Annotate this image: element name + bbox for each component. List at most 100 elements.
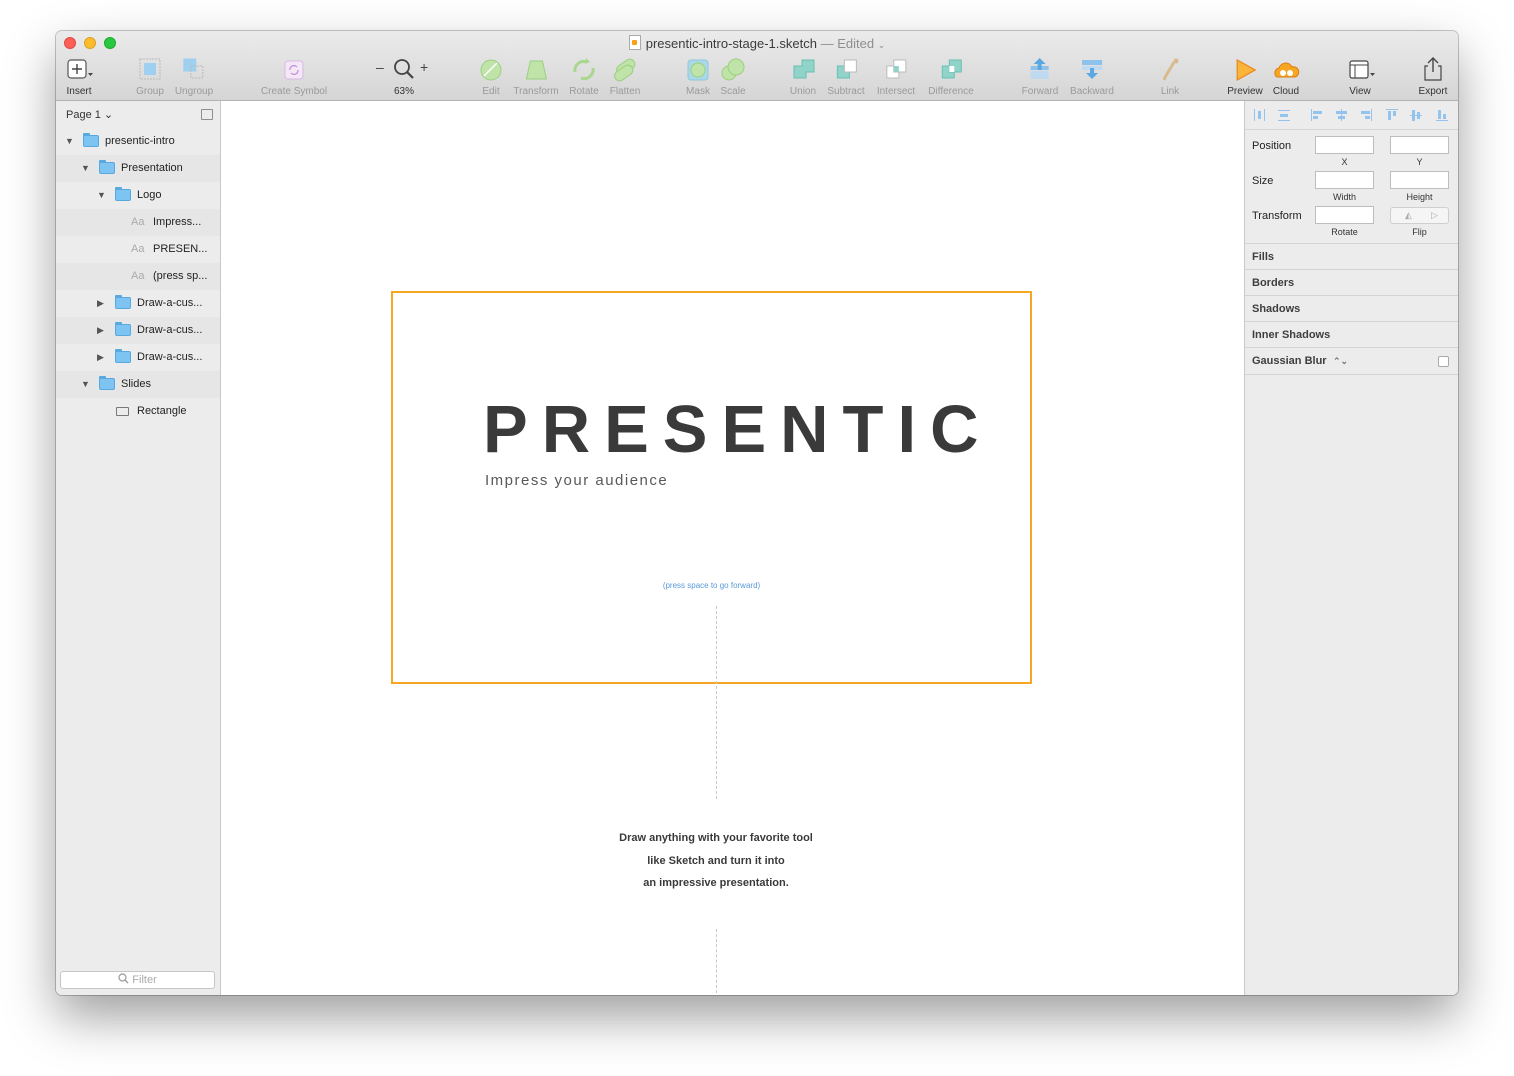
gaussian-blur-checkbox[interactable] — [1438, 356, 1449, 367]
layer-row[interactable]: ▶ Draw-a-cus... — [56, 317, 220, 344]
align-center-horizontal-icon[interactable] — [1335, 109, 1347, 121]
rotate-field[interactable] — [1315, 206, 1374, 224]
layer-row[interactable]: Aa (press sp... — [56, 263, 220, 290]
gaussian-blur-section[interactable]: Gaussian Blur ⌃⌄ — [1245, 347, 1458, 375]
canvas[interactable]: PRESENTIC Impress your audience (press s… — [221, 101, 1244, 995]
selected-artboard[interactable]: PRESENTIC Impress your audience (press s… — [391, 291, 1032, 684]
borders-section[interactable]: Borders — [1245, 269, 1458, 296]
disclosure-open-icon[interactable]: ▼ — [65, 128, 74, 155]
disclosure-closed-icon[interactable]: ▶ — [97, 290, 104, 317]
align-left-icon[interactable] — [1311, 109, 1323, 121]
mask-icon — [683, 56, 713, 84]
view-button[interactable]: View — [1345, 56, 1375, 97]
disclosure-open-icon[interactable]: ▼ — [81, 155, 90, 182]
cloud-button[interactable]: Cloud — [1271, 56, 1301, 97]
difference-button[interactable]: Difference — [928, 56, 974, 97]
folder-icon — [99, 160, 115, 174]
shadows-section[interactable]: Shadows — [1245, 295, 1458, 322]
subtract-icon — [831, 56, 861, 84]
cloud-icon — [1271, 56, 1301, 84]
edit-button[interactable]: Edit — [476, 56, 506, 97]
text-layer-icon: Aa — [131, 243, 145, 255]
send-backward-icon — [1077, 56, 1107, 84]
document-name: presentic-intro-stage-1.sketch — [645, 36, 817, 51]
flip-horizontal-icon[interactable]: ◭ — [1405, 210, 1412, 221]
transform-button[interactable]: Transform — [513, 56, 559, 97]
dashed-connector — [716, 606, 717, 799]
blur-type-stepper-icon[interactable]: ⌃⌄ — [1333, 348, 1348, 374]
group-button[interactable]: Group — [135, 56, 165, 97]
distribute-horizontal-icon[interactable] — [1254, 109, 1266, 121]
folder-icon — [115, 322, 131, 336]
flatten-button[interactable]: Flatten — [610, 56, 640, 97]
align-top-icon[interactable] — [1386, 109, 1398, 121]
layer-row[interactable]: ▼ Presentation — [56, 155, 220, 182]
transform-label: Transform — [1252, 210, 1302, 222]
backward-button[interactable]: Backward — [1070, 56, 1114, 97]
align-bottom-icon[interactable] — [1436, 109, 1448, 121]
rotate-button[interactable]: Rotate — [569, 56, 599, 97]
document-title[interactable]: presentic-intro-stage-1.sketch — Edited … — [56, 35, 1458, 51]
layer-row[interactable]: Rectangle — [56, 398, 220, 425]
inspector-panel: Position X Y Size Width Height Transform… — [1244, 101, 1458, 995]
press-space-hint[interactable]: (press space to go forward) — [393, 581, 1030, 590]
intersect-button[interactable]: Intersect — [877, 56, 915, 97]
play-icon — [1230, 56, 1260, 84]
forward-button[interactable]: Forward — [1022, 56, 1058, 97]
folder-icon — [115, 295, 131, 309]
layer-row[interactable]: ▼ Logo — [56, 182, 220, 209]
page-list-toggle-icon[interactable] — [201, 109, 213, 120]
union-button[interactable]: Union — [788, 56, 818, 97]
alignment-toolbar — [1245, 101, 1458, 130]
disclosure-closed-icon[interactable]: ▶ — [97, 317, 104, 344]
search-icon — [118, 973, 129, 984]
align-right-icon[interactable] — [1360, 109, 1372, 121]
distribute-vertical-icon[interactable] — [1278, 109, 1290, 121]
logo-title[interactable]: PRESENTIC — [483, 391, 992, 468]
insert-button[interactable]: Insert — [64, 56, 94, 97]
export-button[interactable]: Export — [1418, 56, 1448, 97]
width-field[interactable] — [1315, 171, 1374, 189]
disclosure-open-icon[interactable]: ▼ — [81, 371, 90, 398]
position-y-field[interactable] — [1390, 136, 1449, 154]
mask-button[interactable]: Mask — [683, 56, 713, 97]
symbol-icon — [279, 56, 309, 84]
intro-text[interactable]: Draw anything with your favorite tool li… — [551, 827, 881, 895]
ungroup-button[interactable]: Ungroup — [175, 56, 213, 97]
layer-row[interactable]: Aa Impress... — [56, 209, 220, 236]
zoom-control[interactable]: – + 63% — [374, 56, 434, 97]
link-button[interactable]: Link — [1155, 56, 1185, 97]
flip-control[interactable]: ◭ ▷ — [1390, 207, 1449, 224]
zoom-out-button[interactable]: – — [376, 59, 384, 75]
bring-forward-icon — [1025, 56, 1055, 84]
preview-button[interactable]: Preview — [1227, 56, 1263, 97]
position-x-field[interactable] — [1315, 136, 1374, 154]
disclosure-closed-icon[interactable]: ▶ — [97, 344, 104, 371]
scale-button[interactable]: Scale — [718, 56, 748, 97]
layer-row[interactable]: ▼ Slides — [56, 371, 220, 398]
logo-subtitle[interactable]: Impress your audience — [485, 472, 668, 489]
height-field[interactable] — [1390, 171, 1449, 189]
sketch-document-icon — [628, 35, 641, 50]
inner-shadows-section[interactable]: Inner Shadows — [1245, 321, 1458, 348]
page-selector[interactable]: Page 1 ⌄ — [66, 108, 113, 121]
plus-icon — [64, 56, 94, 84]
create-symbol-button[interactable]: Create Symbol — [261, 56, 327, 97]
layer-row[interactable]: ▶ Draw-a-cus... — [56, 290, 220, 317]
folder-icon — [115, 187, 131, 201]
scale-icon — [718, 56, 748, 84]
transform-icon — [521, 56, 551, 84]
layer-row[interactable]: ▼ presentic-intro — [56, 128, 220, 155]
flip-vertical-icon[interactable]: ▷ — [1431, 210, 1438, 221]
align-middle-vertical-icon[interactable] — [1410, 109, 1422, 121]
size-label: Size — [1252, 175, 1274, 187]
text-layer-icon: Aa — [131, 270, 145, 282]
layer-row[interactable]: ▶ Draw-a-cus... — [56, 344, 220, 371]
layer-row[interactable]: Aa PRESEN... — [56, 236, 220, 263]
filter-input[interactable]: Filter — [60, 971, 215, 989]
fills-section[interactable]: Fills — [1245, 243, 1458, 270]
zoom-in-button[interactable]: + — [420, 59, 428, 75]
magnifier-icon — [394, 59, 414, 79]
subtract-button[interactable]: Subtract — [827, 56, 865, 97]
disclosure-open-icon[interactable]: ▼ — [97, 182, 106, 209]
